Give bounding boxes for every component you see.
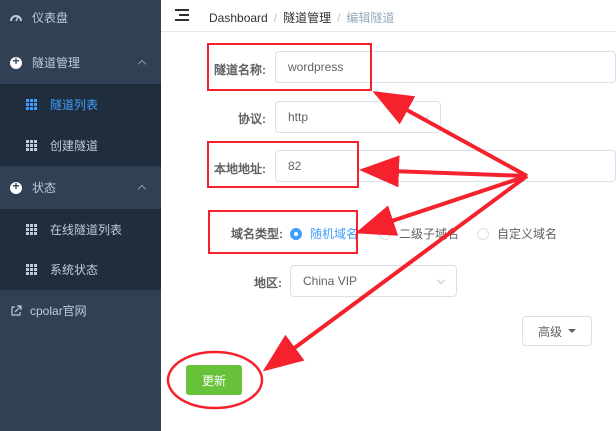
grid-icon	[25, 264, 37, 276]
annotation-box-tunnel-name	[207, 43, 372, 91]
breadcrumb-separator: /	[273, 11, 278, 25]
radio-dot	[477, 227, 489, 240]
sidebar-item-label: 状态	[32, 181, 57, 195]
sidebar-item-dashboard[interactable]: 仪表盘	[0, 0, 161, 38]
sidebar-item-label: 仪表盘	[32, 11, 69, 25]
grid-icon	[25, 224, 37, 236]
external-link-icon	[10, 304, 22, 317]
annotation-box-domain-type	[208, 210, 358, 254]
advanced-button[interactable]: 高级	[522, 316, 592, 346]
protocol-select[interactable]: http	[275, 101, 441, 133]
top-bar: Dashboard / 隧道管理 / 编辑隧道	[161, 0, 616, 32]
sidebar-item-tunnel-list[interactable]: 隧道列表	[0, 84, 161, 125]
sidebar-item-status[interactable]: 状态	[0, 167, 161, 208]
sidebar-item-label: 在线隧道列表	[50, 223, 123, 237]
sidebar-item-cpolar-website[interactable]: cpolar官网	[0, 290, 161, 331]
breadcrumb: Dashboard / 隧道管理 / 编辑隧道	[209, 9, 394, 26]
radio-subdomain[interactable]: 二级子域名	[379, 225, 459, 242]
region-value: China VIP	[303, 274, 358, 288]
advanced-label: 高级	[537, 324, 562, 339]
sidebar-item-tunnel-management[interactable]: 隧道管理	[0, 42, 161, 83]
update-label: 更新	[201, 373, 226, 388]
dashboard-icon	[10, 12, 22, 24]
sidebar-item-system-status[interactable]: 系统状态	[0, 249, 161, 290]
region-label: 地区:	[254, 276, 282, 290]
sidebar-item-label: 隧道管理	[32, 56, 81, 70]
chevron-down-icon	[420, 111, 430, 121]
chevron-down-icon	[436, 275, 446, 285]
breadcrumb-current: 编辑隧道	[346, 11, 395, 25]
sidebar-item-label: 创建隧道	[50, 139, 99, 153]
breadcrumb-item[interactable]: 隧道管理	[283, 11, 331, 25]
caret-down-icon	[568, 329, 576, 333]
breadcrumb-separator: /	[337, 11, 341, 25]
breadcrumb-item[interactable]: Dashboard	[209, 11, 268, 25]
radio-dot	[379, 227, 391, 240]
plus-circle-icon	[10, 179, 22, 194]
sidebar-item-label: 隧道列表	[50, 98, 99, 112]
menu-toggle-icon[interactable]	[175, 9, 189, 21]
chevron-up-icon	[137, 184, 147, 194]
chevron-up-icon	[137, 59, 147, 69]
protocol-label: 协议:	[238, 112, 266, 126]
annotation-box-local-address	[207, 141, 359, 188]
sidebar-item-label: cpolar官网	[30, 304, 87, 318]
plus-circle-icon	[10, 54, 22, 69]
grid-icon	[25, 99, 37, 111]
annotation-arrow	[355, 174, 528, 236]
update-button[interactable]: 更新	[186, 365, 242, 395]
sidebar-item-label: 系统状态	[50, 263, 99, 277]
region-select[interactable]: China VIP	[290, 265, 457, 297]
grid-icon	[25, 140, 37, 152]
radio-label: 自定义域名	[497, 227, 558, 241]
sidebar-item-online-tunnels[interactable]: 在线隧道列表	[0, 209, 161, 250]
radio-custom-domain[interactable]: 自定义域名	[477, 225, 557, 242]
radio-label: 二级子域名	[399, 227, 460, 241]
protocol-value: http	[288, 110, 309, 124]
sidebar-item-create-tunnel[interactable]: 创建隧道	[0, 125, 161, 166]
sidebar: 仪表盘 隧道管理 隧道列表 创建隧道 状态 在线隧道列表 系统状态 cpolar…	[0, 0, 161, 431]
